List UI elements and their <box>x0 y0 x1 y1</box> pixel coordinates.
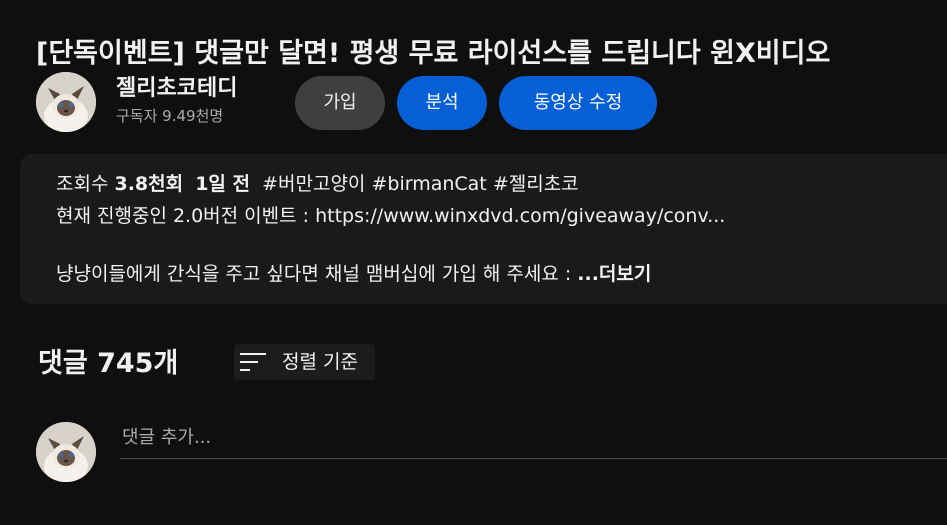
channel-avatar[interactable] <box>36 72 96 132</box>
join-button[interactable]: 가입 <box>295 76 385 130</box>
hashtag-link[interactable]: #birmanCat <box>371 173 486 195</box>
description-line: 현재 진행중인 2.0버전 이벤트 : https://www.winxdvd.… <box>56 205 726 227</box>
channel-name[interactable]: 젤리초코테디 <box>116 74 237 104</box>
description-text: 냥냥이들에게 간식을 주고 싶다면 채널 맴버십에 가입 해 주세요 : <box>56 263 578 285</box>
show-more-link[interactable]: ...더보기 <box>577 263 651 285</box>
add-comment-box: 댓글 추가... <box>36 422 947 482</box>
upload-age: 1일 전 <box>195 173 250 195</box>
hashtag-link[interactable]: #젤리초코 <box>493 173 579 195</box>
sort-icon <box>240 353 266 371</box>
description-line: 냥냥이들에게 간식을 주고 싶다면 채널 맴버십에 가입 해 주세요 : ...… <box>56 260 651 288</box>
user-avatar <box>36 422 96 482</box>
sort-button[interactable]: 정렬 기준 <box>234 344 375 380</box>
hashtag-link[interactable]: #버만고양이 <box>262 173 365 195</box>
sort-label: 정렬 기준 <box>282 351 358 373</box>
comment-placeholder: 댓글 추가... <box>122 427 212 448</box>
cat-avatar-image <box>36 72 96 132</box>
description-box[interactable]: 조회수 3.8천회 1일 전 #버만고양이 #birmanCat #젤리초코 현… <box>20 154 947 304</box>
owner-row: 젤리초코테디 구독자 9.49천명 가입 분석 동영상 수정 <box>36 72 947 132</box>
comments-count: 댓글 745개 <box>38 348 179 379</box>
video-title: [단독이벤트] 댓글만 달면! 평생 무료 라이선스를 드립니다 윈X비디오 <box>36 38 831 70</box>
subscriber-count: 구독자 9.49천명 <box>116 107 224 125</box>
view-count: 3.8천회 <box>114 173 184 195</box>
comments-header: 댓글 745개 정렬 기준 <box>38 342 947 386</box>
edit-video-button[interactable]: 동영상 수정 <box>499 76 657 130</box>
cat-avatar-image <box>36 422 96 482</box>
description-stats: 조회수 3.8천회 1일 전 #버만고양이 #birmanCat #젤리초코 <box>56 170 579 198</box>
comment-input[interactable]: 댓글 추가... <box>120 422 947 459</box>
views-prefix: 조회수 <box>56 173 115 195</box>
analytics-button[interactable]: 분석 <box>397 76 487 130</box>
